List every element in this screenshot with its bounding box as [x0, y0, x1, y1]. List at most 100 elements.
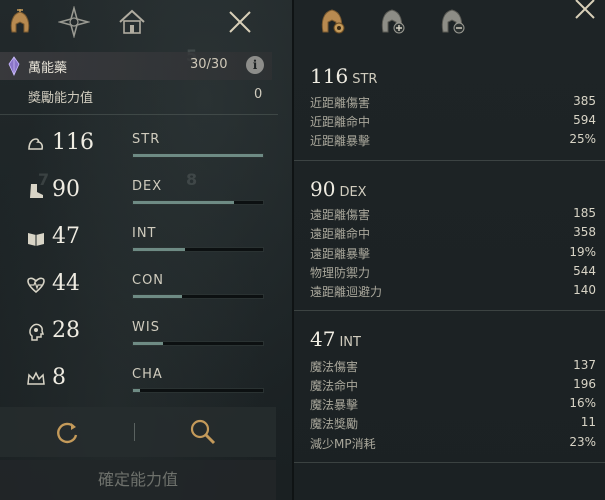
stat-name: INT: [132, 226, 157, 241]
strength-arm-icon: [28, 138, 44, 150]
section-abbr: DEX: [339, 185, 367, 200]
confirm-stats-button[interactable]: 確定能力值: [0, 460, 276, 500]
stat-bar: [132, 247, 264, 252]
stat-row-wis[interactable]: 28 WIS: [0, 318, 292, 362]
stat-name: CON: [132, 273, 165, 288]
intelligence-book-icon: [28, 233, 44, 246]
detail-value: 19%: [569, 245, 596, 259]
stat-bar: [132, 200, 264, 205]
compass-star-icon[interactable]: [56, 4, 92, 40]
stat-bar-fill: [133, 248, 185, 251]
stat-name: STR: [132, 132, 161, 147]
stat-value: 8: [52, 365, 66, 390]
section-abbr: INT: [339, 335, 361, 350]
stat-bar-fill: [133, 389, 140, 392]
section-value: 116: [310, 64, 349, 88]
stat-row-str[interactable]: 116 STR: [0, 130, 292, 174]
elixir-row: 萬能藥 30/30 i: [0, 52, 272, 80]
magnifier-icon[interactable]: [188, 417, 218, 447]
stat-bar: [132, 388, 264, 393]
detail-label: 近距離命中: [310, 115, 371, 129]
divider: [0, 114, 278, 115]
detail-line: 近距離傷害 385: [310, 94, 596, 111]
section-value: 47: [310, 327, 336, 351]
detail-line: 遠距離命中 358: [310, 225, 596, 242]
stat-bar-fill: [133, 342, 163, 345]
detail-label: 減少MP消耗: [310, 437, 376, 451]
stat-value: 44: [52, 271, 80, 296]
detail-value: 11: [580, 415, 596, 429]
character-helmet-icon[interactable]: [2, 4, 38, 40]
stat-bar: [132, 341, 264, 346]
stat-bar: [132, 153, 264, 158]
stat-row-int[interactable]: 47 INT: [0, 224, 292, 268]
close-icon[interactable]: [572, 0, 598, 20]
constitution-heart-icon: [27, 277, 45, 294]
detail-label: 魔法獎勵: [310, 417, 359, 431]
stat-bar: [132, 294, 264, 299]
stat-bar-fill: [133, 154, 263, 157]
detail-label: 遠距離傷害: [310, 208, 371, 222]
helmet-add-icon[interactable]: [374, 2, 410, 38]
stat-bar-fill: [133, 295, 183, 298]
detail-line: 減少MP消耗 23%: [310, 435, 596, 452]
detail-line: 魔法暴擊 16%: [310, 396, 596, 413]
bottom-toolbar: [0, 407, 276, 457]
detail-value: 23%: [569, 435, 596, 449]
section-title-int: 47 INT: [310, 327, 361, 351]
detail-line: 魔法傷害 137: [310, 358, 596, 375]
section-divider: [294, 462, 605, 463]
detail-label: 遠距離迴避力: [310, 285, 383, 299]
detail-value: 358: [573, 225, 596, 239]
detail-line: 遠距離暴擊 19%: [310, 245, 596, 262]
detail-label: 魔法命中: [310, 379, 359, 393]
detail-value: 385: [573, 94, 596, 108]
detail-label: 魔法暴擊: [310, 398, 359, 412]
house-icon[interactable]: [114, 4, 150, 40]
elixir-count: 30/30: [190, 57, 228, 72]
stat-name: WIS: [132, 320, 160, 335]
stat-value: 90: [52, 177, 80, 202]
toolbar-separator: [134, 423, 135, 441]
detail-label: 近距離傷害: [310, 96, 371, 110]
stat-row-cha[interactable]: 8 CHA: [0, 365, 292, 409]
stat-value: 28: [52, 318, 80, 343]
detail-label: 物理防禦力: [310, 266, 371, 280]
info-icon[interactable]: i: [246, 56, 264, 74]
section-divider: [294, 310, 605, 311]
detail-line: 魔法命中 196: [310, 377, 596, 394]
section-divider: [294, 160, 605, 161]
stat-name: DEX: [132, 179, 163, 194]
stat-bar-fill: [133, 201, 235, 204]
elixir-label: 萬能藥: [28, 61, 68, 76]
reset-icon[interactable]: [52, 417, 82, 447]
detail-label: 近距離暴擊: [310, 134, 371, 148]
stat-value: 47: [52, 224, 80, 249]
stat-name: CHA: [132, 367, 163, 382]
detail-label: 遠距離命中: [310, 227, 371, 241]
detail-value: 544: [573, 264, 596, 278]
stat-row-dex[interactable]: 90 DEX: [0, 177, 292, 221]
section-value: 90: [310, 177, 336, 201]
detail-line: 遠距離迴避力 140: [310, 283, 596, 300]
stat-row-con[interactable]: 44 CON: [0, 271, 292, 315]
stats-panel: 4 5 7 8 萬能藥 30/30 i 獎勵能力值 0 116 STR 90 D…: [0, 0, 292, 500]
detail-line: 近距離暴擊 25%: [310, 132, 596, 149]
left-top-toolbar: [0, 0, 292, 48]
stat-value: 116: [52, 130, 94, 155]
close-icon[interactable]: [222, 4, 258, 40]
bonus-stat-value: 0: [254, 87, 263, 102]
section-abbr: STR: [352, 72, 378, 87]
dexterity-boot-icon: [30, 184, 43, 198]
detail-line: 遠距離傷害 185: [310, 206, 596, 223]
helmet-remove-icon[interactable]: [434, 2, 470, 38]
detail-value: 594: [573, 113, 596, 127]
stat-details-panel: 116 STR 近距離傷害 385 近距離命中 594 近距離暴擊 25% 90 DEX …: [292, 0, 605, 500]
detail-value: 137: [573, 358, 596, 372]
detail-label: 魔法傷害: [310, 360, 359, 374]
crystal-potion-icon: [8, 56, 20, 76]
section-title-dex: 90 DEX: [310, 177, 367, 201]
detail-line: 魔法獎勵 11: [310, 415, 596, 432]
section-title-str: 116 STR: [310, 64, 377, 88]
helmet-gear-icon[interactable]: [314, 2, 350, 38]
